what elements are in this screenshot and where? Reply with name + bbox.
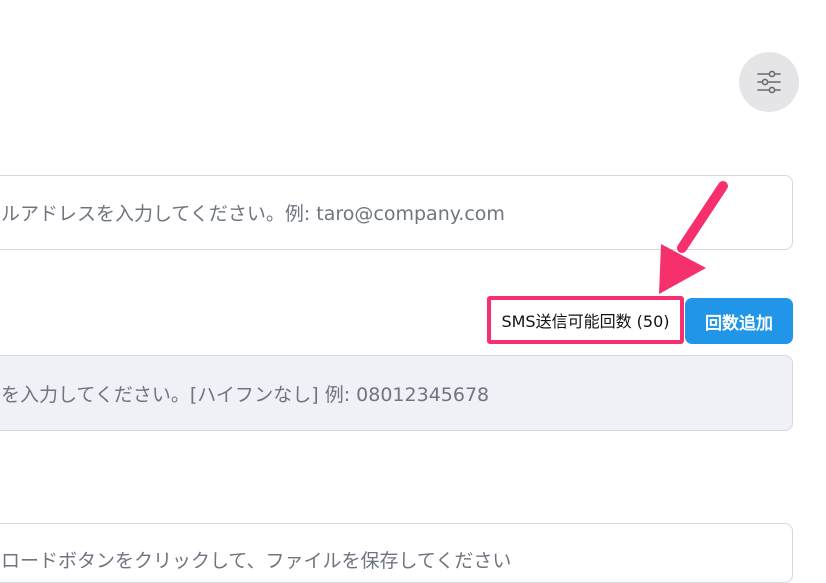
phone-placeholder: を入力してください。[ハイフンなし] 例: 08012345678 — [1, 383, 490, 406]
email-input[interactable]: ルアドレスを入力してください。例: taro@company.com — [0, 175, 793, 250]
upload-placeholder: ロードボタンをクリックして、ファイルを保存してください — [1, 550, 512, 572]
filter-settings-button[interactable] — [739, 52, 799, 112]
sliders-icon — [757, 70, 781, 94]
add-count-label: 回数追加 — [705, 313, 773, 334]
sms-count-label: SMS送信可能回数 (50) — [501, 312, 670, 331]
annotation-arrow — [659, 181, 728, 294]
add-count-button[interactable]: 回数追加 — [685, 298, 793, 344]
sms-remaining-count: SMS送信可能回数 (50) — [487, 296, 684, 344]
upload-file-field[interactable]: ロードボタンをクリックして、ファイルを保存してください — [0, 523, 793, 583]
email-placeholder: ルアドレスを入力してください。例: taro@company.com — [1, 203, 505, 225]
phone-input[interactable]: を入力してください。[ハイフンなし] 例: 08012345678 — [0, 355, 793, 431]
